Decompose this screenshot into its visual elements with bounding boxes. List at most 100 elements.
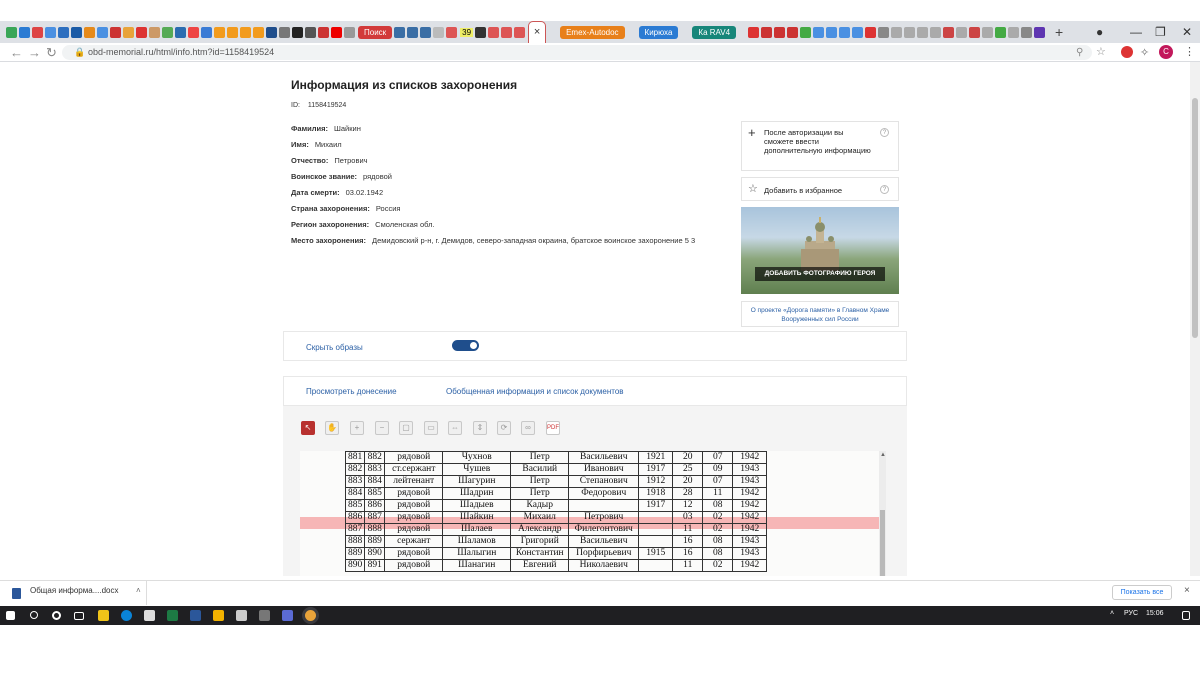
calculator-icon[interactable] xyxy=(236,610,247,621)
bookmark-icon[interactable] xyxy=(58,26,69,38)
star-icon[interactable]: ☆ xyxy=(748,182,758,195)
bookmark-icon[interactable] xyxy=(266,26,277,38)
zoom-icon[interactable]: ⚲ xyxy=(1076,45,1083,60)
bookmark-icon[interactable] xyxy=(84,26,95,38)
close-window-icon[interactable]: ✕ xyxy=(1182,21,1192,43)
bookmark-icon[interactable] xyxy=(761,26,773,38)
bookmark-icon[interactable] xyxy=(501,26,513,38)
bookmark-icon[interactable] xyxy=(943,26,955,38)
pdf-icon[interactable]: PDF xyxy=(546,421,560,435)
bookmark-icon[interactable] xyxy=(878,26,890,38)
forward-icon[interactable]: → xyxy=(28,45,41,60)
bookmark-icon[interactable] xyxy=(1034,26,1046,38)
bookmark-icon[interactable] xyxy=(123,26,134,38)
minimize-icon[interactable]: — xyxy=(1130,21,1142,43)
tab-search[interactable]: Поиск xyxy=(358,25,393,39)
hide-images-toggle[interactable] xyxy=(452,340,479,351)
viewer-scrollbar-thumb[interactable] xyxy=(880,510,885,576)
bookmark-icon[interactable] xyxy=(175,26,186,38)
download-file-name[interactable]: Общая информа....docx xyxy=(30,586,119,595)
bookmark-icon[interactable] xyxy=(433,26,445,38)
bookmark-icon[interactable] xyxy=(214,26,225,38)
input-language[interactable]: РУС xyxy=(1124,610,1138,617)
bookmark-icon[interactable] xyxy=(891,26,903,38)
add-favorite-text[interactable]: Добавить в избранное xyxy=(764,186,842,195)
zoom-out-icon[interactable]: − xyxy=(375,421,389,435)
file-explorer-icon[interactable] xyxy=(98,610,109,621)
scroll-up-icon[interactable]: ▲ xyxy=(880,452,886,458)
bookmark-icon[interactable] xyxy=(774,26,786,38)
bookmark-icon[interactable] xyxy=(188,26,199,38)
tab-badge[interactable]: 39 xyxy=(460,27,474,37)
bookmark-icon[interactable] xyxy=(446,26,458,38)
bookmark-icon[interactable] xyxy=(995,26,1007,38)
bookmark-icon[interactable] xyxy=(839,26,851,38)
show-all-downloads-button[interactable]: Показать все xyxy=(1112,585,1172,600)
bookmark-icon[interactable] xyxy=(420,26,432,38)
bookmark-icon[interactable] xyxy=(904,26,916,38)
store-icon[interactable] xyxy=(144,610,155,621)
chrome-icon[interactable] xyxy=(305,610,316,621)
bookmark-icon[interactable] xyxy=(240,26,251,38)
bookmark-icon[interactable] xyxy=(201,26,212,38)
bookmark-icon[interactable] xyxy=(279,26,290,38)
bookmark-icon[interactable] xyxy=(97,26,108,38)
bookmark-icon[interactable] xyxy=(852,26,864,38)
tab-kiryukha[interactable]: Кирюха xyxy=(638,25,679,39)
bookmark-icon[interactable] xyxy=(826,26,838,38)
app-icon[interactable] xyxy=(259,610,270,621)
bookmark-icon[interactable] xyxy=(305,26,316,38)
fit-height-icon[interactable]: ⇕ xyxy=(473,421,487,435)
bookmark-icon[interactable] xyxy=(19,26,30,38)
plus-icon[interactable]: + xyxy=(748,125,756,140)
clock[interactable]: 15:06 xyxy=(1146,610,1164,617)
bookmark-icon[interactable] xyxy=(514,26,526,38)
frame-icon[interactable]: ▢ xyxy=(399,421,413,435)
bookmark-icon[interactable] xyxy=(956,26,968,38)
bookmark-icon[interactable] xyxy=(1008,26,1020,38)
link-icon[interactable]: ∞ xyxy=(521,421,535,435)
fit-width-icon[interactable]: ⇔ xyxy=(448,421,462,435)
new-tab-button[interactable]: + xyxy=(1055,24,1063,40)
rotate-icon[interactable]: ⟳ xyxy=(497,421,511,435)
excel-icon[interactable] xyxy=(167,610,178,621)
bookmark-icon[interactable] xyxy=(787,26,799,38)
tab-report[interactable]: Просмотреть донесение xyxy=(306,387,397,396)
zoom-in-icon[interactable]: + xyxy=(350,421,364,435)
add-hero-photo-button[interactable]: ДОБАВИТЬ ФОТОГРАФИЮ ГЕРОЯ xyxy=(755,267,885,281)
add-favorite-box[interactable]: ☆ Добавить в избранное ? xyxy=(741,177,899,201)
word-icon[interactable] xyxy=(190,610,201,621)
adblock-icon[interactable] xyxy=(1121,46,1133,58)
tab-rav4[interactable]: Ка RAV4 xyxy=(692,25,737,39)
menu-icon[interactable]: ⋮ xyxy=(1184,45,1195,58)
active-tab-close-button[interactable]: × xyxy=(528,21,547,43)
bookmark-icon[interactable] xyxy=(813,26,825,38)
reload-icon[interactable]: ↻ xyxy=(46,45,57,60)
bookmark-icon[interactable] xyxy=(253,26,264,38)
bookmark-icon[interactable] xyxy=(488,26,500,38)
bookmark-icon[interactable] xyxy=(45,26,56,38)
back-icon[interactable]: ← xyxy=(10,45,23,60)
tab-summary[interactable]: Обобщенная информация и список документо… xyxy=(446,387,624,396)
maximize-icon[interactable]: ❐ xyxy=(1155,21,1166,43)
bookmark-icon[interactable] xyxy=(748,26,760,38)
tab-search-icon[interactable]: ● xyxy=(1096,21,1103,43)
bookmark-icon[interactable] xyxy=(917,26,929,38)
bookmark-icon[interactable] xyxy=(32,26,43,38)
bookmark-icon[interactable] xyxy=(110,26,121,38)
bookmark-icon[interactable] xyxy=(407,26,419,38)
bookmark-icon[interactable] xyxy=(149,26,160,38)
bookmark-icon[interactable] xyxy=(162,26,173,38)
cortana-icon[interactable] xyxy=(52,611,61,620)
bookmark-star-icon[interactable]: ☆ xyxy=(1096,45,1106,60)
url-text[interactable]: obd-memorial.ru/html/info.htm?id=1158419… xyxy=(88,46,274,59)
bookmark-icon[interactable] xyxy=(800,26,812,38)
bookmark-icon[interactable] xyxy=(930,26,942,38)
close-download-bar-button[interactable]: × xyxy=(1184,585,1190,596)
bookmark-icon[interactable] xyxy=(1021,26,1033,38)
bookmark-icon[interactable] xyxy=(6,26,17,38)
bookmark-icon[interactable] xyxy=(969,26,981,38)
bookmark-icon[interactable] xyxy=(292,26,303,38)
windows-start-icon[interactable] xyxy=(6,611,15,620)
page-scrollbar-thumb[interactable] xyxy=(1192,98,1198,338)
